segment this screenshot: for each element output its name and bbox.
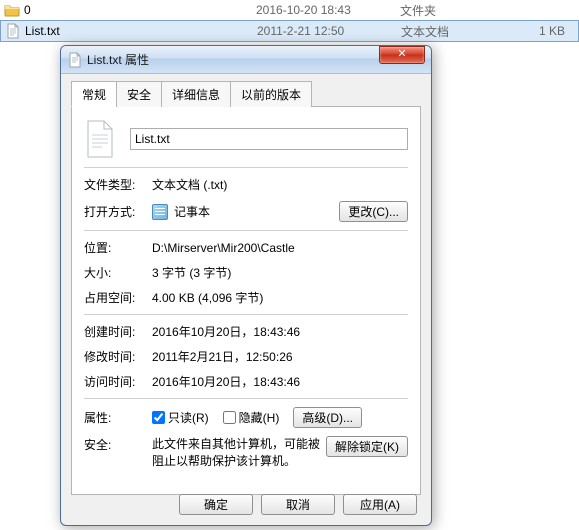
value-filetype: 文本文档 (.txt) — [152, 176, 408, 193]
file-type: 文本文档 — [401, 23, 511, 40]
file-date: 2016-10-20 18:43 — [256, 3, 400, 17]
folder-icon — [4, 2, 20, 18]
properties-dialog: List.txt 属性 ✕ 常规 安全 详细信息 以前的版本 文件类型: 文本文… — [60, 45, 432, 526]
file-name: List.txt — [25, 24, 257, 38]
file-type: 文件夹 — [400, 2, 510, 19]
hidden-checkbox[interactable]: 隐藏(H) — [223, 409, 280, 426]
value-sizeondisk: 4.00 KB (4,096 字节) — [152, 289, 408, 306]
label-security: 安全: — [84, 436, 152, 453]
dialog-buttons: 确定 取消 应用(A) — [179, 494, 417, 515]
cancel-button[interactable]: 取消 — [261, 494, 335, 515]
close-button[interactable]: ✕ — [379, 46, 425, 64]
tab-previous-versions[interactable]: 以前的版本 — [230, 81, 312, 107]
text-file-icon — [5, 23, 21, 39]
file-date: 2011-2-21 12:50 — [257, 24, 401, 38]
dialog-title: List.txt 属性 — [87, 51, 379, 68]
value-accessed: 2016年10月20日，18:43:46 — [152, 373, 408, 390]
ok-button[interactable]: 确定 — [179, 494, 253, 515]
label-created: 创建时间: — [84, 323, 152, 340]
label-sizeondisk: 占用空间: — [84, 289, 152, 306]
value-created: 2016年10月20日，18:43:46 — [152, 323, 408, 340]
tab-details[interactable]: 详细信息 — [161, 81, 231, 107]
tab-panel-general: 文件类型: 文本文档 (.txt) 打开方式: 记事本 更改(C)... 位置:… — [71, 107, 421, 495]
advanced-button[interactable]: 高级(D)... — [293, 407, 362, 428]
tab-security[interactable]: 安全 — [116, 81, 162, 107]
label-filetype: 文件类型: — [84, 176, 152, 193]
tab-general[interactable]: 常规 — [71, 81, 117, 107]
hidden-label: 隐藏(H) — [239, 409, 280, 426]
close-icon: ✕ — [397, 48, 406, 60]
label-location: 位置: — [84, 239, 152, 256]
label-modified: 修改时间: — [84, 348, 152, 365]
label-attributes: 属性: — [84, 409, 152, 426]
file-size: 1 KB — [511, 24, 571, 38]
value-modified: 2011年2月21日，12:50:26 — [152, 348, 408, 365]
text-file-icon — [67, 52, 83, 68]
file-name: 0 — [24, 3, 256, 17]
value-location: D:\Mirserver\Mir200\Castle — [152, 241, 408, 255]
titlebar[interactable]: List.txt 属性 ✕ — [61, 46, 431, 74]
apply-button[interactable]: 应用(A) — [343, 494, 417, 515]
readonly-checkbox[interactable]: 只读(R) — [152, 409, 209, 426]
label-accessed: 访问时间: — [84, 373, 152, 390]
file-row-selected[interactable]: List.txt 2011-2-21 12:50 文本文档 1 KB — [0, 20, 579, 42]
unblock-button[interactable]: 解除锁定(K) — [326, 436, 408, 457]
notepad-icon — [152, 204, 168, 220]
file-type-icon — [84, 119, 118, 159]
readonly-label: 只读(R) — [168, 409, 209, 426]
label-openswith: 打开方式: — [84, 203, 152, 220]
value-openswith: 记事本 — [174, 203, 339, 220]
label-size: 大小: — [84, 264, 152, 281]
value-security: 此文件来自其他计算机，可能被阻止以帮助保护该计算机。 — [152, 436, 322, 470]
filename-input[interactable] — [130, 128, 408, 150]
file-row[interactable]: 0 2016-10-20 18:43 文件夹 — [0, 0, 579, 20]
tabs: 常规 安全 详细信息 以前的版本 — [71, 80, 421, 107]
value-size: 3 字节 (3 字节) — [152, 264, 408, 281]
file-list: 0 2016-10-20 18:43 文件夹 List.txt 2011-2-2… — [0, 0, 579, 42]
change-button[interactable]: 更改(C)... — [339, 201, 408, 222]
